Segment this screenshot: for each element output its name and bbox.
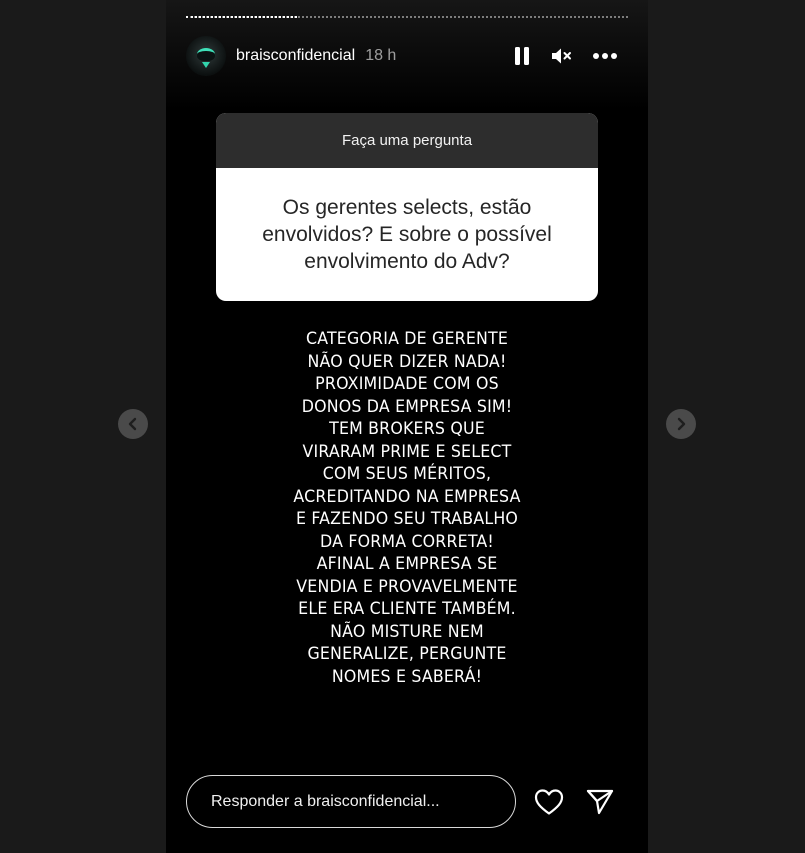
answer-line: DONOS DA EMPRESA SIM! bbox=[301, 396, 513, 417]
answer-line: ACREDITANDO NA EMPRESA bbox=[293, 486, 521, 507]
answer-line: CATEGORIA DE GERENTE bbox=[305, 329, 509, 349]
pause-icon bbox=[515, 47, 529, 65]
answer-line: E FAZENDO SEU TRABALHO bbox=[295, 509, 519, 529]
progress-fill bbox=[186, 16, 297, 18]
story-progress-bar bbox=[186, 16, 628, 19]
answer-line: NÃO QUER DIZER NADA! bbox=[307, 351, 507, 372]
answer-line: NÃO MISTURE NEM bbox=[330, 621, 484, 642]
question-text: Os gerentes selects, estão envolvidos? E… bbox=[262, 196, 552, 273]
reply-input[interactable] bbox=[186, 775, 516, 828]
answer-line: GENERALIZE, PERGUNTE bbox=[307, 644, 507, 664]
heart-icon bbox=[534, 788, 564, 815]
answer-line: COM SEUS MÉRITOS, bbox=[322, 464, 492, 484]
send-button[interactable] bbox=[586, 789, 614, 815]
answer-line: AFINAL A EMPRESA SE bbox=[316, 554, 498, 574]
answer-line: VENDIA E PROVAVELMENTE bbox=[296, 576, 518, 597]
story-frame[interactable]: braisconfidencial 18 h Faça uma pergunta… bbox=[166, 0, 648, 853]
pause-button[interactable] bbox=[514, 46, 530, 66]
chevron-right-icon bbox=[677, 417, 686, 431]
answer-line: VIRARAM PRIME E SELECT bbox=[302, 441, 512, 462]
progress-track bbox=[186, 16, 628, 20]
reply-bar bbox=[186, 774, 628, 829]
question-sticker: Faça uma pergunta Os gerentes selects, e… bbox=[216, 113, 598, 301]
story-controls bbox=[514, 46, 628, 66]
previous-story-button[interactable] bbox=[118, 409, 148, 439]
answer-text: CATEGORIA DE GERENTE NÃO QUER DIZER NADA!… bbox=[211, 328, 603, 688]
volume-muted-icon bbox=[552, 48, 571, 64]
more-options-icon bbox=[593, 53, 617, 59]
story-timestamp: 18 h bbox=[365, 47, 397, 64]
next-story-button[interactable] bbox=[666, 409, 696, 439]
answer-line: DA FORMA CORRETA! bbox=[320, 531, 494, 552]
story-viewer: braisconfidencial 18 h Faça uma pergunta… bbox=[0, 0, 805, 853]
profile-avatar-icon[interactable] bbox=[186, 36, 226, 76]
answer-line: ELE ERA CLIENTE TAMBÉM. bbox=[298, 599, 516, 619]
question-sticker-header: Faça uma pergunta bbox=[216, 113, 598, 168]
like-button[interactable] bbox=[534, 788, 564, 816]
username-link[interactable]: braisconfidencial bbox=[236, 47, 355, 65]
chevron-left-icon bbox=[128, 417, 137, 431]
send-icon bbox=[586, 789, 614, 814]
more-options-button[interactable] bbox=[592, 52, 618, 60]
answer-line: TEM BROKERS QUE bbox=[329, 419, 485, 439]
answer-line: PROXIMIDADE COM OS bbox=[315, 374, 499, 394]
mute-button[interactable] bbox=[550, 46, 572, 66]
reply-actions bbox=[534, 788, 628, 816]
story-header: braisconfidencial 18 h bbox=[186, 36, 628, 76]
answer-line: NOMES E SABERÁ! bbox=[331, 666, 483, 687]
